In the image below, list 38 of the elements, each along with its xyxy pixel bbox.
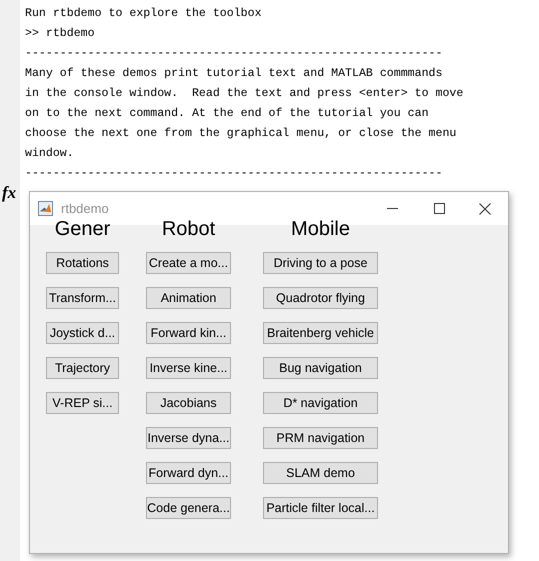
demo-button[interactable]: Code genera... xyxy=(146,497,231,519)
console-line: Run rtbdemo to explore the toolbox xyxy=(25,6,263,22)
demo-button[interactable]: Forward kin... xyxy=(146,322,231,344)
demo-button[interactable]: Transform... xyxy=(46,287,119,309)
demo-button[interactable]: Jacobians xyxy=(146,392,231,414)
console-line: Many of these demos print tutorial text and MATLAB commmands xyxy=(25,66,444,82)
column-heading: Mobile xyxy=(291,217,350,241)
console-line: >> rtbdemo xyxy=(25,26,96,42)
demo-button[interactable]: Driving to a pose xyxy=(263,252,378,274)
console-line: choose the next one from the graphical menu, or close the menu xyxy=(25,126,458,142)
demo-button[interactable]: PRM navigation xyxy=(263,427,378,449)
console-line: ------------------------------------------------------------ xyxy=(25,46,444,62)
demo-button[interactable]: SLAM demo xyxy=(263,462,378,484)
column-heading: Robot xyxy=(162,217,216,241)
console-line: in the console window. Read the text and press <enter> to move xyxy=(25,86,464,102)
window-title: rtbdemo xyxy=(61,200,109,218)
demo-button[interactable]: D* navigation xyxy=(263,392,378,414)
demo-button[interactable]: Quadrotor flying xyxy=(263,287,378,309)
matlab-logo-icon xyxy=(38,201,53,216)
console-line: ------------------------------------------------------------ xyxy=(25,166,444,182)
demo-button[interactable]: Braitenberg vehicle xyxy=(263,322,378,344)
demo-button[interactable]: Create a mo... xyxy=(146,252,231,274)
demo-button[interactable]: Inverse dyna... xyxy=(146,427,231,449)
demo-button[interactable]: Bug navigation xyxy=(263,357,378,379)
demo-button[interactable]: Rotations xyxy=(46,252,119,274)
demo-button[interactable]: Trajectory xyxy=(46,357,119,379)
demo-button[interactable]: Particle filter local... xyxy=(263,497,378,519)
console-line: on to the next command. At the end of the tutorial you can xyxy=(25,106,430,122)
demo-button[interactable]: Animation xyxy=(146,287,231,309)
function-prompt-icon[interactable]: fx xyxy=(2,183,20,203)
demo-button[interactable]: Forward dyn... xyxy=(146,462,231,484)
close-icon[interactable] xyxy=(479,202,491,214)
demo-button[interactable]: Joystick d... xyxy=(46,322,119,344)
column-heading: Gener xyxy=(54,217,110,241)
demo-button[interactable]: V-REP si... xyxy=(46,392,119,414)
demo-button[interactable]: Inverse kine... xyxy=(146,357,231,379)
maximize-icon[interactable] xyxy=(434,203,445,214)
console-line: window. xyxy=(25,146,75,162)
